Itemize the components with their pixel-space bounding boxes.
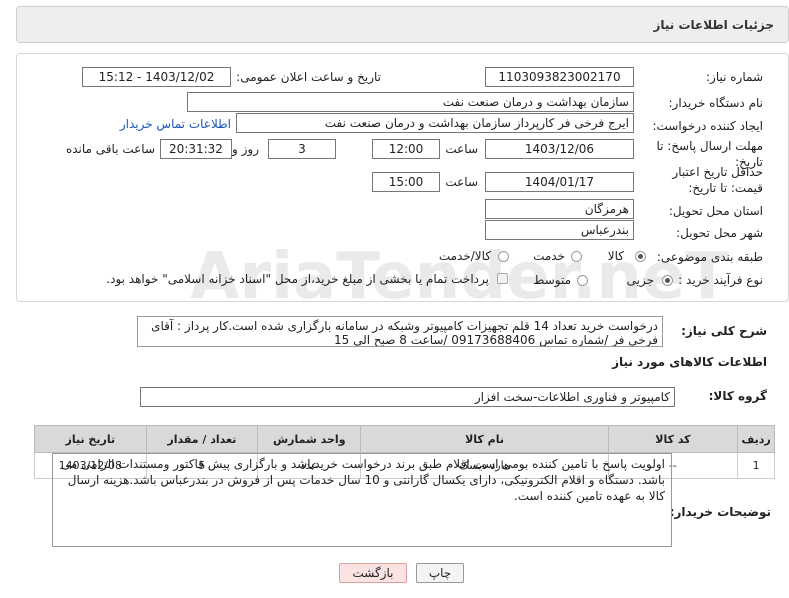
category-option-service: خدمت — [533, 249, 565, 263]
process-label: نوع فرآیند خرید : — [678, 273, 763, 287]
print-button[interactable]: چاپ — [416, 563, 464, 583]
price-time-label: ساعت — [445, 175, 478, 189]
col-row: ردیف — [737, 425, 775, 453]
province-label: استان محل تحویل: — [668, 204, 763, 218]
category-option-both: کالا/خدمت — [438, 249, 491, 263]
col-date: تاریخ نیاز — [34, 425, 147, 453]
category-radio-goods[interactable] — [635, 251, 646, 262]
page-title: جزئیات اطلاعات نیاز — [653, 18, 774, 32]
col-name: نام کالا — [360, 425, 609, 453]
cell-row: 1 — [737, 452, 775, 479]
goods-table-header: ردیف کد کالا نام کالا واحد شمارش تعداد /… — [34, 425, 775, 453]
announce-label: تاریخ و ساعت اعلان عمومی: — [236, 70, 381, 84]
category-radio-both[interactable] — [498, 251, 509, 262]
col-code: کد کالا — [607, 425, 739, 453]
treasury-checkbox[interactable] — [497, 273, 508, 284]
need-number-field[interactable]: 1103093823002170 — [485, 67, 634, 87]
process-option-minor: جزیی — [626, 273, 654, 287]
notes-text[interactable]: اولویت پاسخ با تامین کننده بومی است.اقلا… — [52, 453, 672, 547]
description-label: شرح کلی نیاز: — [681, 324, 767, 338]
buyer-contact-link[interactable]: اطلاعات تماس خریدار — [120, 117, 231, 131]
price-date-field[interactable]: 1404/01/17 — [485, 172, 634, 192]
price-time-field[interactable]: 15:00 — [372, 172, 440, 192]
province-field[interactable]: هرمزگان — [485, 199, 634, 219]
remaining-time-field[interactable]: 20:31:32 — [160, 139, 232, 159]
remaining-label: ساعت باقی مانده — [65, 142, 155, 156]
category-option-goods: کالا — [607, 249, 624, 263]
city-field[interactable]: بندرعباس — [485, 220, 634, 240]
process-radio-medium[interactable] — [577, 275, 588, 286]
price-validity-label: حداقل تاریخ اعتبار قیمت: تا تاریخ: — [672, 165, 763, 195]
buyer-org-field[interactable]: سازمان بهداشت و درمان صنعت نفت — [187, 92, 634, 112]
creator-field[interactable]: ایرج فرخی فر کارپرداز سازمان بهداشت و در… — [236, 113, 634, 133]
announce-field[interactable]: 1403/12/02 - 15:12 — [82, 67, 231, 87]
city-label: شهر محل تحویل: — [676, 226, 763, 240]
back-button[interactable]: بازگشت — [339, 563, 407, 583]
notes-label: توضیحات خریدار: — [669, 505, 771, 519]
need-number-label: شماره نیاز: — [706, 70, 763, 84]
creator-label: ایجاد کننده درخواست: — [652, 119, 763, 133]
goods-group-label: گروه کالا: — [708, 389, 767, 403]
category-label: طبقه بندی موضوعی: — [656, 250, 763, 264]
process-option-medium: متوسط — [533, 273, 571, 287]
buyer-org-label: نام دستگاه خریدار: — [668, 96, 764, 110]
payment-note: پرداخت تمام یا بخشی از مبلغ خرید،از محل … — [106, 272, 489, 286]
page-header: جزئیات اطلاعات نیاز — [16, 6, 789, 43]
category-radio-service[interactable] — [571, 251, 582, 262]
reply-time-field[interactable]: 12:00 — [372, 139, 440, 159]
process-radio-minor[interactable] — [662, 275, 673, 286]
days-label: روز و — [232, 142, 259, 156]
goods-group-field[interactable]: کامپیوتر و فناوری اطلاعات-سخت افزار — [140, 387, 675, 407]
col-qty: تعداد / مقدار — [145, 425, 259, 453]
goods-section-title: اطلاعات کالاهای مورد نیاز — [612, 355, 767, 369]
reply-time-label: ساعت — [445, 142, 478, 156]
reply-date-field[interactable]: 1403/12/06 — [485, 139, 634, 159]
col-unit: واحد شمارش — [257, 425, 362, 453]
description-text[interactable]: درخواست خرید تعداد 14 قلم تجهیزات کامپیو… — [137, 316, 663, 347]
days-field[interactable]: 3 — [268, 139, 336, 159]
